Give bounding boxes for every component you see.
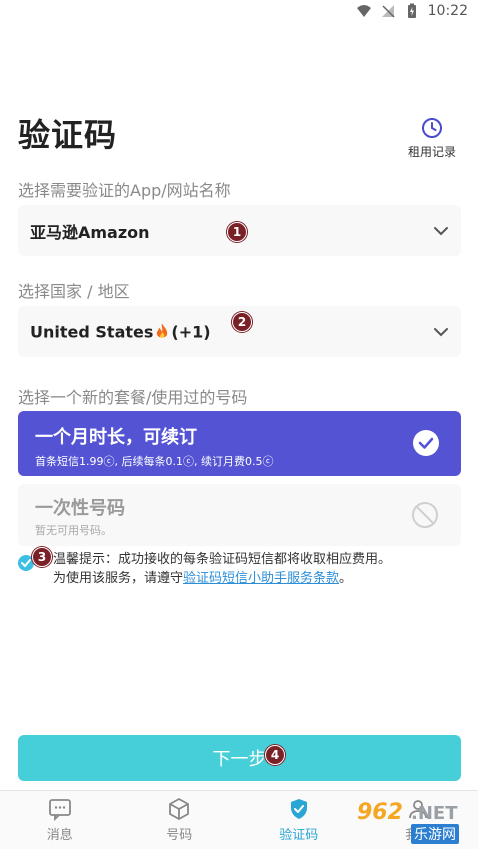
country-code: (+1): [171, 322, 211, 341]
site-watermark: 962 .NET 乐游网: [347, 800, 472, 846]
status-bar: 10:22: [0, 0, 478, 26]
country-name: United States: [30, 322, 154, 341]
check-icon: [413, 430, 439, 456]
shield-check-icon: [290, 799, 307, 819]
tip-text: 温馨提示：成功接收的每条验证码短信都将收取相应费用。 为使用该服务，请遵守验证码…: [53, 550, 458, 588]
watermark-net: .NET: [411, 803, 458, 824]
marker-badge-1: 1: [227, 222, 247, 242]
chevron-down-icon: [434, 327, 448, 336]
tip-line-1: 温馨提示：成功接收的每条验证码短信都将收取相应费用。: [53, 552, 392, 567]
battery-charging-icon: [407, 3, 416, 18]
page-title: 验证码: [18, 116, 118, 154]
next-button[interactable]: 下一步: [18, 735, 461, 781]
tip-line-2-prefix: 为使用该服务，请遵守: [53, 571, 184, 586]
tip-line-2: 为使用该服务，请遵守验证码短信小助手服务条款。: [53, 569, 458, 588]
plan-onetime-title: 一次性号码: [35, 498, 125, 519]
tab-messages-label: 消息: [46, 828, 73, 843]
status-icons: 10:22: [356, 3, 468, 19]
tab-verification-label: 验证码: [279, 828, 319, 843]
box-icon: [169, 798, 190, 820]
chevron-down-icon: [434, 226, 448, 235]
tab-numbers[interactable]: 号码: [120, 791, 240, 849]
wifi-icon: [356, 5, 371, 17]
message-icon: [48, 799, 71, 821]
country-select-value: United States (+1): [30, 322, 211, 341]
marker-badge-2: 2: [232, 312, 252, 332]
plan-monthly-subtitle: 首条短信1.99ⓒ, 后续每条0.1ⓒ, 续订月费0.5ⓒ: [35, 455, 274, 468]
app-select-value: 亚马逊Amazon: [30, 222, 150, 242]
rental-history-button[interactable]: 租用记录: [408, 117, 456, 160]
rental-history-label: 租用记录: [407, 145, 456, 159]
plan-onetime-card[interactable]: 一次性号码 暂无可用号码。: [18, 484, 461, 546]
tab-numbers-label: 号码: [166, 828, 193, 843]
next-button-label: 下一步: [212, 749, 267, 770]
clock-icon: [421, 118, 442, 138]
plan-section-label: 选择一个新的套餐/使用过的号码: [18, 388, 248, 407]
service-tip: 3 温馨提示：成功接收的每条验证码短信都将收取相应费用。 为使用该服务，请遵守验…: [18, 547, 458, 588]
terms-link[interactable]: 验证码短信小助手服务条款: [183, 571, 339, 586]
plan-monthly-title: 一个月时长，可续订: [35, 427, 197, 448]
tab-messages[interactable]: 消息: [0, 791, 120, 849]
marker-badge-3: 3: [32, 547, 52, 567]
plan-monthly-card[interactable]: 一个月时长，可续订 首条短信1.99ⓒ, 后续每条0.1ⓒ, 续订月费0.5ⓒ: [18, 411, 461, 476]
country-section-label: 选择国家 / 地区: [18, 282, 130, 301]
watermark-number: 962: [357, 800, 403, 825]
ban-icon: [412, 502, 438, 528]
fire-icon: [157, 323, 168, 338]
watermark-text: 乐游网: [411, 824, 459, 844]
tip-line-2-suffix: 。: [339, 571, 353, 586]
signal-off-icon: [381, 5, 395, 18]
plan-onetime-subtitle: 暂无可用号码。: [35, 524, 112, 537]
marker-badge-4: 4: [265, 745, 285, 765]
app-section-label: 选择需要验证的App/网站名称: [18, 181, 231, 200]
status-time: 10:22: [427, 3, 468, 19]
tab-verification[interactable]: 验证码: [239, 791, 359, 849]
